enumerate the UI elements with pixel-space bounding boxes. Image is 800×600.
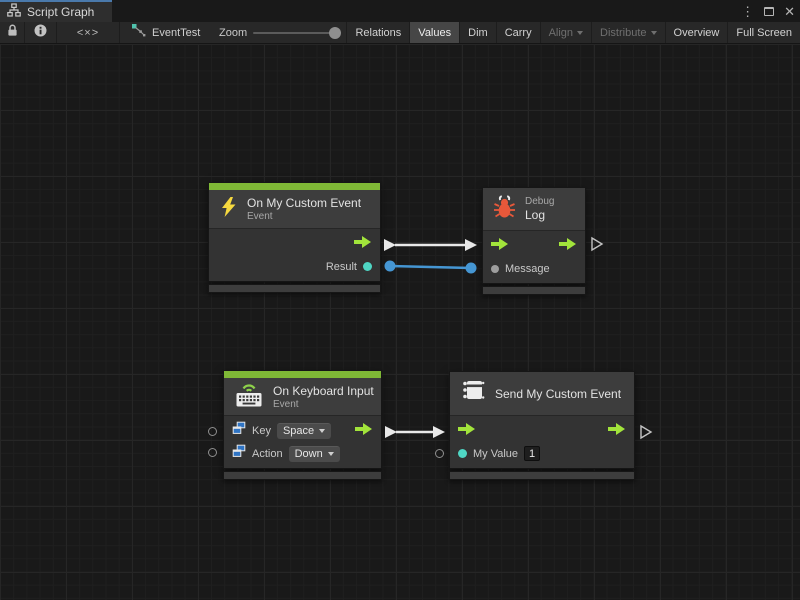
- zoom-slider-track[interactable]: [253, 32, 338, 34]
- my-value-port[interactable]: [458, 449, 467, 458]
- my-value-input[interactable]: 1: [524, 446, 540, 461]
- graph-hierarchy-icon: [7, 3, 21, 22]
- info-icon: [34, 24, 47, 42]
- zoom-label: Zoom: [219, 27, 247, 39]
- overview-button[interactable]: Overview: [665, 22, 728, 43]
- my-value-label: My Value: [473, 448, 518, 460]
- window-maximize-icon[interactable]: [764, 7, 774, 16]
- code-icon: <×>: [77, 27, 99, 39]
- node-on-keyboard-input[interactable]: On Keyboard Input Event Key Space: [223, 370, 382, 480]
- tab-script-graph[interactable]: Script Graph: [0, 0, 112, 22]
- lock-button[interactable]: [0, 22, 25, 43]
- flow-output-port[interactable]: [354, 235, 372, 253]
- event-accent-bar: [224, 371, 381, 378]
- flow-input-port[interactable]: [491, 237, 509, 255]
- node-footer: [223, 471, 382, 480]
- chevron-down-icon: [651, 31, 657, 35]
- my-value-external-port[interactable]: [435, 449, 444, 458]
- custom-event-icon: [460, 378, 486, 409]
- chevron-down-icon: [328, 452, 334, 456]
- zoom-slider-knob[interactable]: [329, 27, 341, 39]
- node-on-my-custom-event[interactable]: On My Custom Event Event Result: [208, 182, 381, 293]
- chevron-down-icon: [319, 429, 325, 433]
- node-footer: [208, 284, 381, 293]
- node-footer: [482, 286, 586, 295]
- flow-output-port[interactable]: [559, 237, 577, 255]
- carry-button[interactable]: Carry: [496, 22, 540, 43]
- relations-button[interactable]: Relations: [346, 22, 409, 43]
- chevron-down-icon: [577, 31, 583, 35]
- info-button[interactable]: [25, 22, 57, 43]
- code-view-button[interactable]: <×>: [57, 22, 120, 43]
- tab-bar: Script Graph ⋮ ✕: [0, 0, 800, 22]
- key-port-label: Key: [252, 425, 271, 437]
- result-port-label: Result: [326, 261, 357, 273]
- node-send-my-custom-event[interactable]: Send My Custom Event My Value 1: [449, 371, 635, 480]
- result-value-port[interactable]: [363, 262, 372, 271]
- key-external-port[interactable]: [208, 427, 217, 436]
- keyboard-icon: [234, 380, 264, 413]
- key-dropdown[interactable]: Space: [277, 423, 331, 439]
- node-title: Log: [525, 208, 554, 222]
- action-external-port[interactable]: [208, 448, 217, 457]
- dim-button[interactable]: Dim: [459, 22, 496, 43]
- action-dropdown[interactable]: Down: [289, 446, 340, 462]
- window-close-icon[interactable]: ✕: [784, 5, 795, 18]
- tab-label: Script Graph: [27, 5, 94, 19]
- window-menu-icon[interactable]: ⋮: [741, 5, 754, 18]
- values-button[interactable]: Values: [409, 22, 459, 43]
- graph-breadcrumb[interactable]: EventTest: [131, 22, 200, 43]
- lock-icon: [6, 23, 19, 42]
- lightning-icon: [219, 197, 238, 222]
- node-subtitle: Event: [247, 211, 361, 222]
- bug-icon: [493, 195, 516, 224]
- event-accent-bar: [209, 183, 380, 190]
- flow-input-port[interactable]: [458, 422, 476, 440]
- node-footer: [449, 471, 635, 480]
- node-title: On Keyboard Input: [273, 384, 374, 398]
- keycode-type-icon: [232, 421, 246, 440]
- action-type-icon: [232, 444, 246, 463]
- node-category: Debug: [525, 196, 554, 207]
- node-debug-log[interactable]: Debug Log Message: [482, 187, 586, 295]
- node-subtitle: Event: [273, 399, 374, 410]
- fullscreen-button[interactable]: Full Screen: [727, 22, 800, 43]
- node-title: Send My Custom Event: [495, 387, 621, 401]
- graph-name: EventTest: [152, 27, 200, 39]
- toolbar: <×> EventTest Zoom 1x Relations Values D…: [0, 22, 800, 44]
- distribute-button[interactable]: Distribute: [591, 22, 664, 43]
- message-port-label: Message: [505, 263, 550, 275]
- graph-canvas[interactable]: [0, 44, 800, 600]
- align-button[interactable]: Align: [540, 22, 591, 43]
- node-title: On My Custom Event: [247, 196, 361, 210]
- message-value-port[interactable]: [491, 265, 499, 273]
- flow-output-port[interactable]: [355, 422, 373, 440]
- action-port-label: Action: [252, 448, 283, 460]
- graph-icon: [131, 23, 146, 42]
- flow-output-port[interactable]: [608, 422, 626, 440]
